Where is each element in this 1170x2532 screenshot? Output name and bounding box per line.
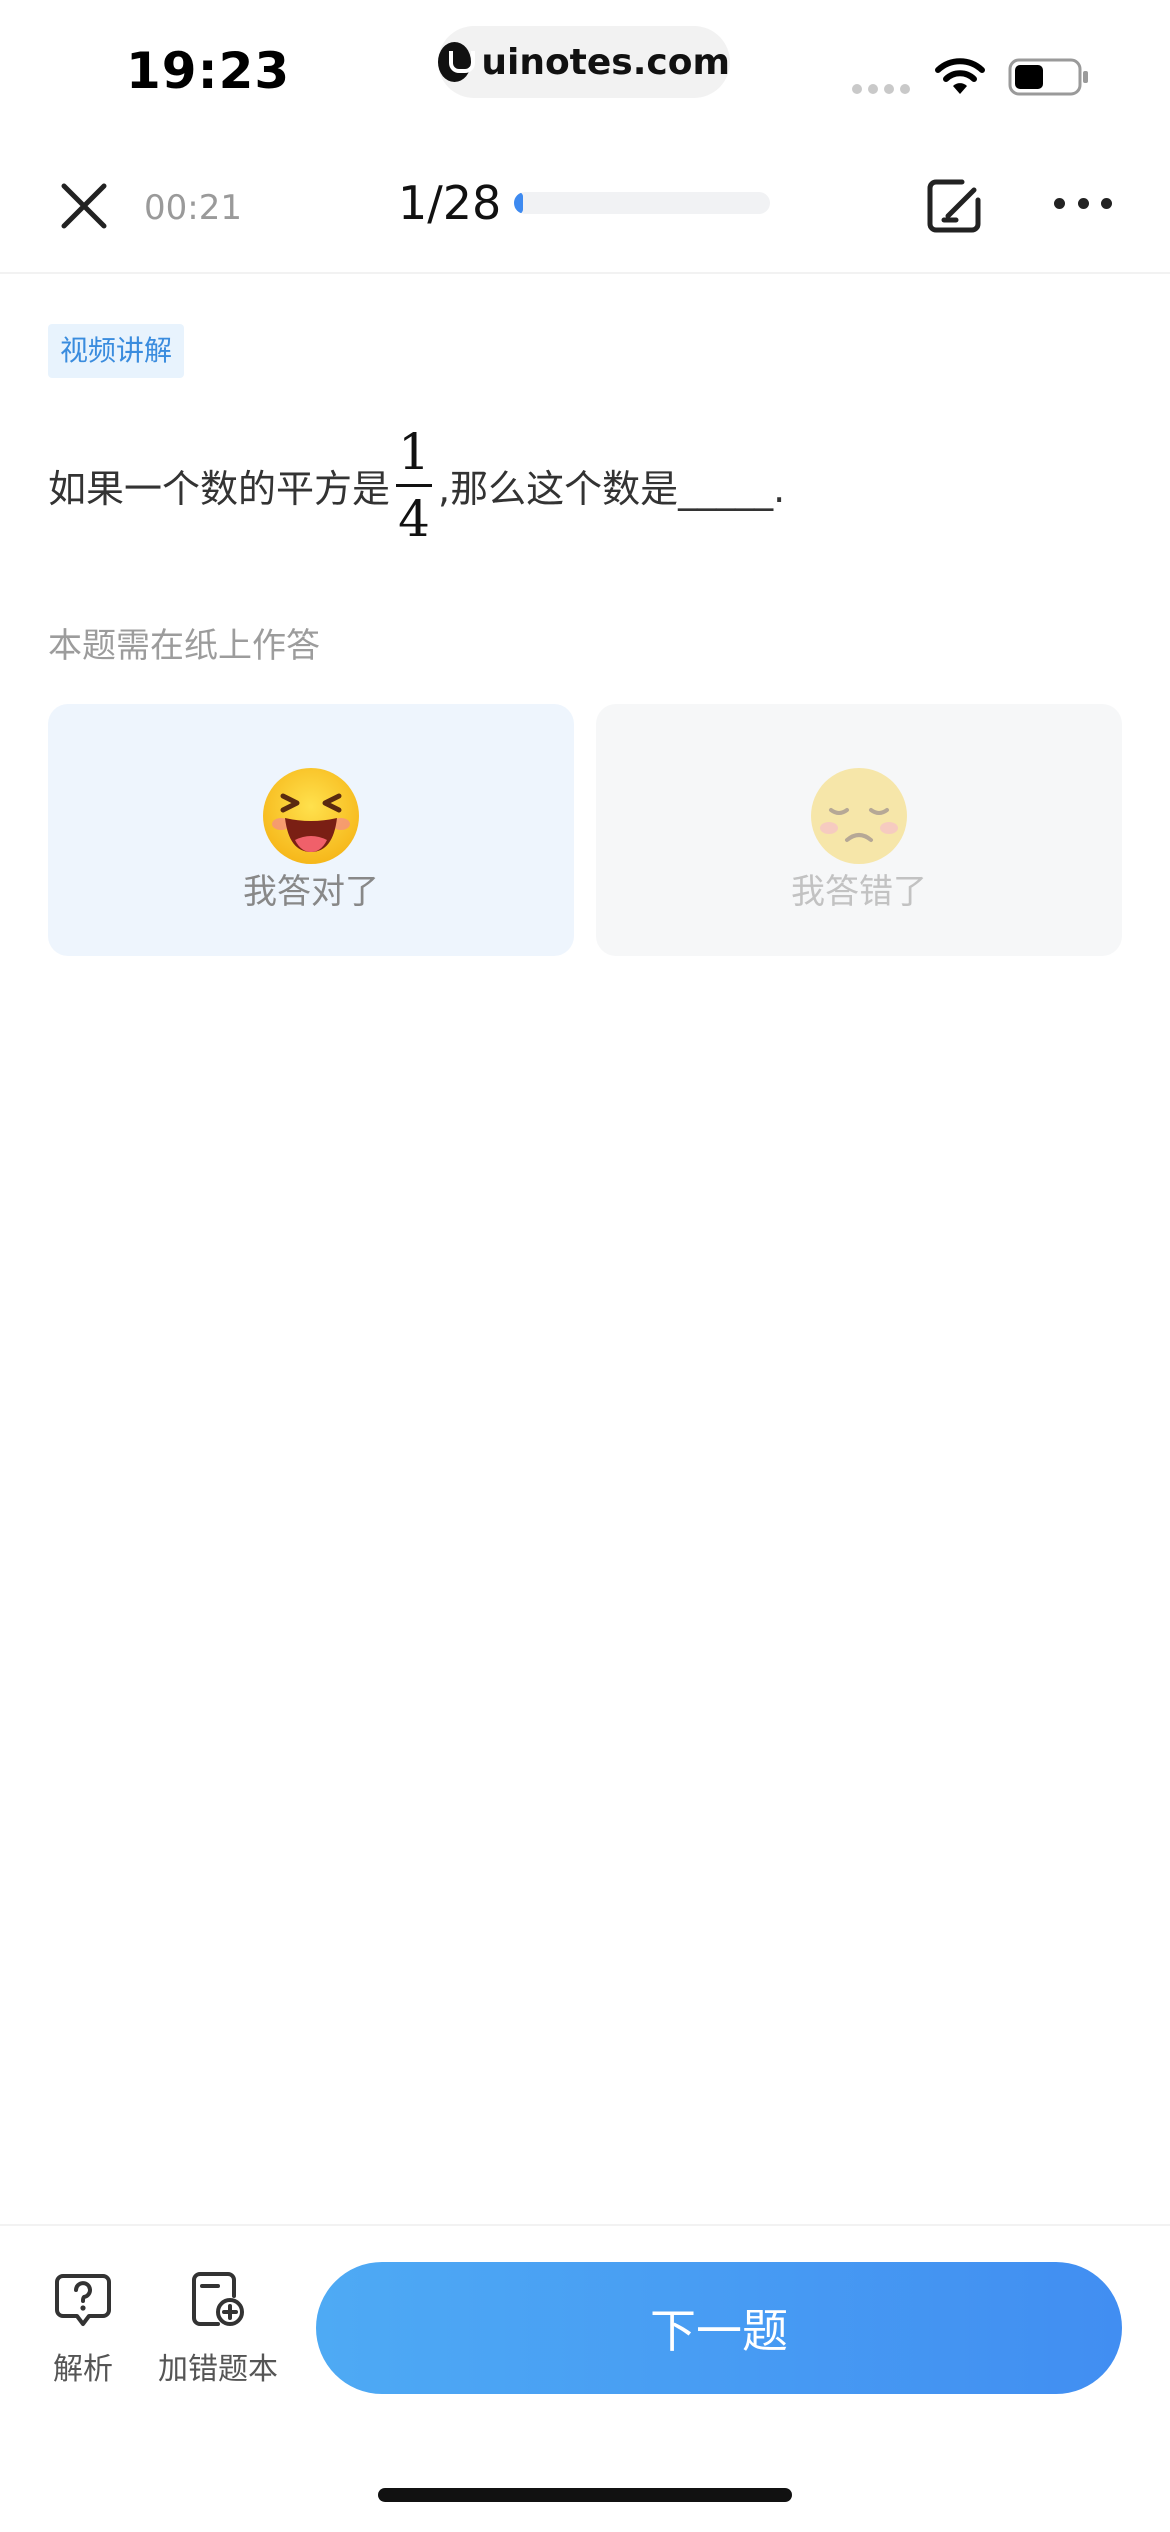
question-text-after: ,那么这个数是_____.: [438, 466, 786, 511]
elapsed-timer: 00:21: [144, 188, 242, 228]
question-text: 如果一个数的平方是 1 4 ,那么这个数是_____.: [48, 420, 785, 550]
signal-dots-icon: [852, 84, 910, 94]
analysis-button[interactable]: 解析: [38, 2270, 128, 2388]
bottom-action-bar: 解析 加错题本 下一题: [0, 2224, 1170, 2532]
answer-correct-button[interactable]: 我答对了: [48, 704, 574, 956]
next-question-button[interactable]: 下一题: [316, 2262, 1122, 2394]
laughing-emoji-icon: [263, 768, 359, 864]
question-fraction: 1 4: [396, 422, 433, 548]
fraction-bar: [396, 483, 433, 487]
wifi-icon: [935, 58, 985, 94]
progress-count: 1/28: [398, 176, 502, 230]
analysis-label: 解析: [53, 2352, 113, 2387]
add-mistake-book-label: 加错题本: [158, 2352, 278, 2387]
close-icon[interactable]: [54, 176, 114, 236]
add-mistake-book-icon: [192, 2272, 244, 2326]
top-nav: 00:21 1/28: [0, 140, 1170, 274]
more-icon[interactable]: [1054, 198, 1112, 214]
site-logo-icon: [438, 42, 476, 82]
sad-emoji-icon: [811, 768, 907, 864]
home-indicator[interactable]: [378, 2488, 792, 2502]
answer-correct-label: 我答对了: [243, 872, 379, 912]
status-time: 19:23: [126, 42, 291, 100]
fraction-numerator: 1: [398, 422, 430, 481]
answer-wrong-button[interactable]: 我答错了: [596, 704, 1122, 956]
url-pill[interactable]: uinotes.com: [438, 26, 730, 98]
battery-icon: [1008, 58, 1088, 96]
add-mistake-book-button[interactable]: 加错题本: [150, 2270, 286, 2388]
note-edit-icon[interactable]: [924, 176, 984, 236]
video-explanation-tag[interactable]: 视频讲解: [48, 324, 185, 378]
progress-bar: [514, 192, 770, 214]
progress-fill: [514, 192, 524, 214]
fraction-denominator: 4: [398, 489, 430, 548]
question-text-before: 如果一个数的平方是: [48, 466, 391, 511]
url-text: uinotes.com: [481, 41, 730, 83]
answer-wrong-label: 我答错了: [791, 872, 927, 912]
paper-answer-hint: 本题需在纸上作答: [48, 626, 320, 666]
status-bar: 19:23 uinotes.com: [0, 0, 1170, 140]
question-bubble-icon: [55, 2274, 111, 2326]
